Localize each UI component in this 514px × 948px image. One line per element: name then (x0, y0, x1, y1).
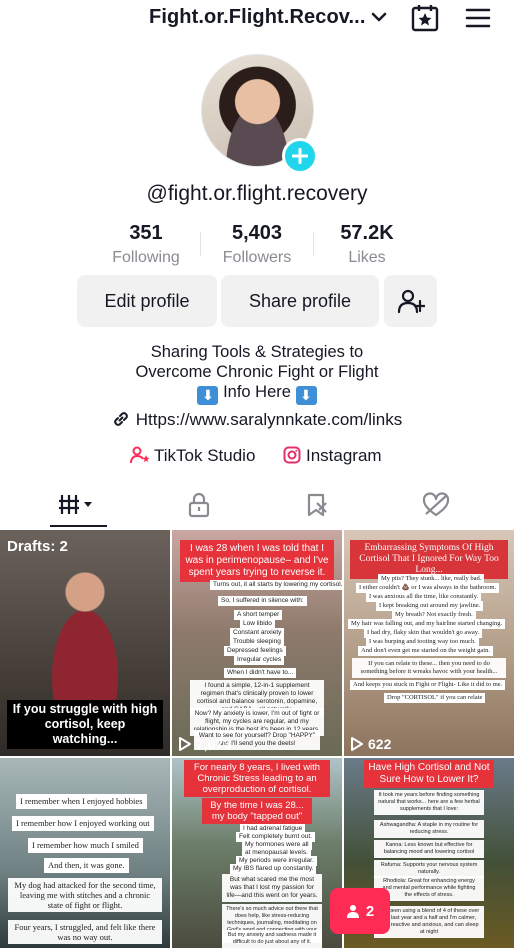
video-text-block: Kanna: Less known but effective for bala… (374, 840, 484, 858)
video-text-line: Drop "CORTISOL" if you can relate (384, 693, 486, 703)
play-icon (351, 737, 363, 751)
down-arrow-emoji-icon: ⬇ (197, 386, 219, 405)
heart-hidden-icon (422, 492, 450, 517)
view-count-value: 7,673 (196, 736, 232, 752)
video-text-line: Irregular cycles (234, 655, 285, 665)
profile-tabs (0, 484, 514, 530)
active-tab-indicator (50, 525, 107, 527)
bookmark-icon (307, 493, 327, 517)
video-tile[interactable]: For nearly 8 years, I lived with Chronic… (172, 758, 342, 948)
video-heading: Have High Cortisol and Not Sure How to L… (364, 760, 494, 788)
stat-value: 57.2K (340, 222, 394, 244)
profile-handle: @fight.or.flight.recovery (146, 182, 368, 205)
video-text-block: It took me years before finding somethin… (374, 790, 484, 815)
lock-icon (188, 492, 210, 518)
stat-label: Following (112, 249, 180, 266)
video-text-line: And then, it was gone. (44, 858, 129, 873)
link-icon (114, 412, 128, 426)
video-text-block: But my anxiety and sadness made it diffi… (222, 930, 322, 948)
add-person-icon (397, 289, 425, 314)
stat-value: 5,403 (231, 222, 283, 244)
video-text-line: So, I suffered in silence with: (218, 596, 307, 606)
followers-notification-button[interactable]: 2 (330, 888, 390, 934)
tiktok-studio-label: TikTok Studio (154, 446, 256, 465)
video-text-line: And keeps you stuck in Fight or Flight- … (350, 680, 506, 690)
bio-line: Sharing Tools & Strategies to (150, 343, 364, 361)
share-profile-button[interactable]: Share profile (221, 275, 379, 327)
notification-count: 2 (365, 902, 375, 920)
chevron-down-icon[interactable] (370, 8, 388, 26)
video-text-block: But what scared me the most was that I l… (222, 874, 322, 902)
video-text-block: If you can relate to these... then you n… (352, 658, 506, 678)
video-text-line: And don't even get me started on the wei… (358, 646, 493, 656)
instagram-label: Instagram (306, 446, 382, 465)
video-text-line: I remember how I enjoyed working out (12, 816, 154, 831)
stat-followers[interactable]: 5,403 Followers (202, 222, 312, 267)
play-icon (179, 737, 191, 751)
grid-videos-icon (59, 495, 92, 514)
hamburger-menu-icon[interactable] (464, 6, 492, 30)
account-switcher-title[interactable]: Fight.or.Flight.Recov... (149, 6, 365, 29)
studio-person-icon (130, 446, 150, 464)
drafts-count: Drafts: 2 (7, 538, 68, 555)
bio-line: Overcome Chronic Fight or Flight (135, 363, 379, 381)
profile-bio: Sharing Tools & Strategies to Overcome C… (0, 342, 514, 405)
view-count-value: 622 (368, 736, 392, 752)
video-caption: If you struggle with high cortisol, keep… (7, 700, 163, 749)
video-heading: For nearly 8 years, I lived with Chronic… (184, 760, 330, 797)
stat-following[interactable]: 351 Following (91, 222, 201, 267)
instagram-link[interactable]: Instagram (283, 446, 382, 466)
tiktok-studio-link[interactable]: TikTok Studio (130, 446, 255, 466)
stat-divider (200, 232, 201, 256)
tab-liked[interactable] (416, 484, 456, 524)
top-bar: Fight.or.Flight.Recov... (0, 0, 514, 40)
video-text-block: Ashwagandha: A staple in my routine for … (374, 820, 484, 838)
video-text-line: I remember how much I smiled (28, 838, 143, 853)
video-text-block: Rhodiola: Great for enhancing energy and… (374, 876, 484, 901)
bio-link-text: Https://www.saralynnkate.com/links (135, 410, 403, 429)
bio-line-3: ⬇ Info Here ⬇ (0, 382, 514, 405)
stat-label: Followers (222, 249, 292, 266)
video-tile[interactable]: I remember when I enjoyed hobbies I reme… (0, 758, 170, 948)
view-count: 622 (350, 736, 391, 752)
profile-shortcuts: TikTok Studio Instagram (0, 446, 514, 470)
person-icon (346, 905, 359, 918)
instagram-icon (283, 446, 301, 464)
video-text-line: When I didn't have to... (224, 668, 297, 678)
add-friends-button[interactable] (384, 275, 437, 327)
tab-videos[interactable] (50, 484, 107, 524)
tab-private[interactable] (180, 484, 220, 524)
stat-label: Likes (348, 249, 386, 266)
video-tile[interactable]: Embarrassing Symptoms Of High Cortisol T… (344, 530, 514, 756)
bio-line: Info Here (223, 383, 291, 401)
edit-profile-button[interactable]: Edit profile (77, 275, 217, 327)
calendar-star-icon[interactable] (410, 4, 440, 32)
add-avatar-plus-icon[interactable] (282, 138, 318, 174)
bio-link[interactable]: Https://www.saralynnkate.com/links (0, 410, 514, 430)
view-count: 7,673 (178, 736, 231, 752)
video-text-line: I remember when I enjoyed hobbies (16, 794, 147, 809)
video-grid: Drafts: 2 If you struggle with high cort… (0, 530, 514, 948)
stat-value: 351 (129, 222, 163, 244)
video-heading: I was 28 when I was told that I was in p… (180, 540, 334, 582)
video-thumbnail-person (30, 565, 140, 715)
video-text-block: Four years, I struggled, and felt like t… (8, 920, 162, 944)
tab-favorites[interactable] (298, 484, 338, 524)
video-subheading: By the time I was 28... my body "tapped … (202, 798, 312, 824)
video-text-line: Turns out, it all starts by lowering my … (210, 580, 342, 590)
video-text-block: I've been using a blend of 4 of these ov… (374, 906, 484, 938)
video-tile[interactable]: I was 28 when I was told that I was in p… (172, 530, 342, 756)
video-text-line: My IBS flared up constantly. (230, 864, 317, 874)
video-tile-drafts[interactable]: Drafts: 2 If you struggle with high cort… (0, 530, 170, 756)
stat-likes[interactable]: 57.2K Likes (312, 222, 422, 267)
video-text-block: My dog had attacked for the second time,… (8, 878, 162, 912)
down-arrow-emoji-icon: ⬇ (295, 386, 317, 405)
